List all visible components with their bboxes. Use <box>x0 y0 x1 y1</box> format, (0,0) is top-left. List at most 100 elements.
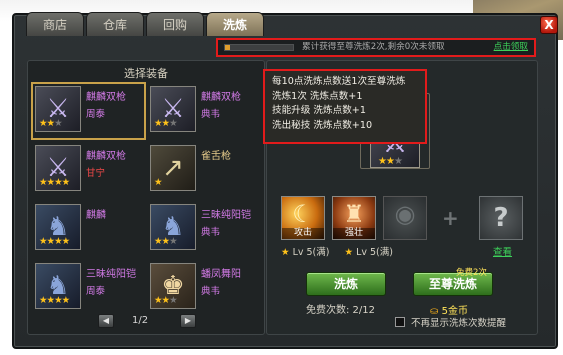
tooltip-line: 每10点洗炼点数送1次至尊洗炼 <box>272 76 406 87</box>
equipment-owner: 典韦 <box>201 286 221 297</box>
equipment-name: 蟠凤舞阳 <box>201 269 241 280</box>
equipment-name: 麒麟 <box>86 210 106 221</box>
tab-warehouse[interactable]: 仓库 <box>86 12 144 36</box>
tooltip-line: 洗出秘技 洗炼点数+10 <box>272 119 373 131</box>
equipment-icon-slot: ↗ ★ <box>150 145 196 191</box>
star-icon: ★ <box>154 236 162 247</box>
star-icon: ★ <box>61 236 70 247</box>
star-icon: ★ <box>46 177 55 188</box>
equipment-icon-slot: ♞ ★★★ <box>150 204 196 250</box>
tooltip-line: 洗炼1次 洗炼点数+1 <box>272 90 363 102</box>
equipment-name: 三昧纯阳铠 <box>86 269 136 280</box>
star-icon: ★ <box>39 295 47 306</box>
no-remind-option[interactable]: 不再显示洗炼次数提醒 <box>395 315 506 329</box>
skill-name: 攻击 <box>282 228 324 239</box>
star-icon: ★ <box>46 118 55 129</box>
star-icon: ★ <box>169 118 177 129</box>
star-icon: ★ <box>344 247 354 258</box>
equipment-stars: ★★★ <box>154 118 178 129</box>
equipment-stars: ★★★★ <box>39 295 70 306</box>
refine-points-tooltip: 每10点洗炼点数送1次至尊洗炼 洗炼1次 洗炼点数+1 技能升级 洗炼点数+1 … <box>263 69 427 144</box>
star-icon: ★ <box>154 118 162 129</box>
star-icon: ★ <box>54 236 62 247</box>
equipment-item[interactable]: ⚔ ★★★★ 麒麟双枪 甘宁 <box>32 142 145 198</box>
chevron-left-icon: ◀ <box>102 316 110 325</box>
star-icon: ★ <box>61 177 70 188</box>
star-icon: ★ <box>54 118 62 129</box>
star-icon: ★ <box>281 247 290 258</box>
tab-shop[interactable]: 商店 <box>26 12 84 36</box>
refine-progress-fill <box>225 45 231 50</box>
equipment-stars: ★★★ <box>154 236 178 247</box>
equipment-icon-slot: ♚ ★★★ <box>150 263 196 309</box>
equipment-list-panel: 选择装备 ⚔ ★★★ 麒麟双枪 周泰 ⚔ ★★★ 麒麟双枪 典韦 ⚔ ★★★★ 麒麟双枪 甘宁 ↗ ★ 雀舌… <box>27 60 265 335</box>
no-remind-label: 不再显示洗炼次数提醒 <box>411 318 507 329</box>
star-icon: ★ <box>54 295 62 306</box>
equipment-name: 麒麟双枪 <box>201 92 241 103</box>
equipment-item[interactable]: ↗ ★ 雀舌枪 <box>147 142 260 198</box>
no-remind-checkbox[interactable] <box>395 317 405 327</box>
question-icon: ? <box>493 203 509 233</box>
skill-slot-strong[interactable]: ♜ 强壮 <box>332 196 376 240</box>
skill-slot-unknown[interactable]: ? <box>479 196 523 240</box>
equipment-owner: 周泰 <box>86 109 106 120</box>
empty-slot-icon: ◉ <box>394 200 416 228</box>
equipment-name: 雀舌枪 <box>201 151 231 162</box>
star-icon: ★ <box>385 156 395 167</box>
close-button[interactable]: X <box>540 16 558 34</box>
tooltip-line: 技能升级 洗炼点数+1 <box>272 105 366 117</box>
tab-buyback[interactable]: 回购 <box>146 12 204 36</box>
equipment-icon-slot: ⚔ ★★★ <box>35 86 81 132</box>
prev-page-button[interactable]: ◀ <box>98 314 114 328</box>
slash-icon: ☾ <box>292 200 314 228</box>
star-icon: ★ <box>161 236 170 247</box>
equipment-owner: 周泰 <box>86 286 106 297</box>
skill-name: 强壮 <box>333 228 375 239</box>
skill-slot-attack[interactable]: ☾ 攻击 <box>281 196 325 240</box>
view-link[interactable]: 查看 <box>493 244 512 258</box>
free-count: 免费次数: 2/12 <box>306 305 376 316</box>
star-icon: ★ <box>169 295 177 306</box>
skill-level: Lv 5(满) <box>292 247 330 258</box>
star-icon: ★ <box>378 156 387 167</box>
skill-level: Lv 5(满) <box>356 247 393 258</box>
star-icon: ★ <box>154 177 162 188</box>
star-icon: ★ <box>61 295 70 306</box>
refine-progress-bar <box>224 44 294 51</box>
equipment-icon-slot: ⚔ ★★★★ <box>35 145 81 191</box>
tab-refine[interactable]: 洗炼 <box>206 12 264 36</box>
tab-bar: 商店 仓库 回购 洗炼 <box>26 12 264 36</box>
equipment-grid: ⚔ ★★★ 麒麟双枪 周泰 ⚔ ★★★ 麒麟双枪 典韦 ⚔ ★★★★ 麒麟双枪 甘宁 ↗ ★ 雀舌枪 ♞ ★★★… <box>31 82 262 318</box>
star-icon: ★ <box>169 236 177 247</box>
equipment-icon-slot: ⚔ ★★★ <box>150 86 196 132</box>
skill-levels: ★ Lv 5(满) ★ Lv 5(满) <box>281 244 405 258</box>
equipment-item[interactable]: ♞ ★★★ 三昧纯阳铠 典韦 <box>147 201 260 257</box>
equipment-stars: ★★★★ <box>39 177 70 188</box>
star-icon: ★ <box>46 236 55 247</box>
equipment-name: 麒麟双枪 <box>86 92 126 103</box>
star-icon: ★ <box>161 295 170 306</box>
free-badge: 免费2次 <box>456 268 487 278</box>
equipment-stars: ★ <box>154 178 162 188</box>
equipment-icon-slot: ♞ ★★★★ <box>35 263 81 309</box>
star-icon: ★ <box>39 236 47 247</box>
star-icon: ★ <box>39 177 47 188</box>
star-icon: ★ <box>39 118 47 129</box>
equipment-icon-slot: ♞ ★★★★ <box>35 204 81 250</box>
equipment-item[interactable]: ♞ ★★★★ 三昧纯阳铠周泰 <box>32 260 145 316</box>
claim-link[interactable]: 点击领取 <box>494 40 528 55</box>
refine-button[interactable]: 洗炼 <box>306 272 386 296</box>
star-icon: ★ <box>161 118 170 129</box>
equipment-stars: ★★★ <box>154 295 178 306</box>
equipment-item[interactable]: ⚔ ★★★ 麒麟双枪 典韦 <box>147 83 260 139</box>
equipment-item[interactable]: ♚ ★★★ 蟠凤舞阳典韦 <box>147 260 260 316</box>
equipment-stars: ★★★★ <box>39 236 70 247</box>
star-icon: ★ <box>46 295 55 306</box>
chevron-right-icon: ▶ <box>184 316 192 325</box>
skill-slot-empty[interactable]: ◉ <box>383 196 427 240</box>
next-page-button[interactable]: ▶ <box>180 314 196 328</box>
equipment-item[interactable]: ♞ ★★★★ 麒麟 <box>32 201 145 257</box>
star-icon: ★ <box>393 156 403 167</box>
equipment-item[interactable]: ⚔ ★★★ 麒麟双枪周泰 <box>31 82 146 140</box>
equipment-owner: 甘宁 <box>86 168 106 179</box>
